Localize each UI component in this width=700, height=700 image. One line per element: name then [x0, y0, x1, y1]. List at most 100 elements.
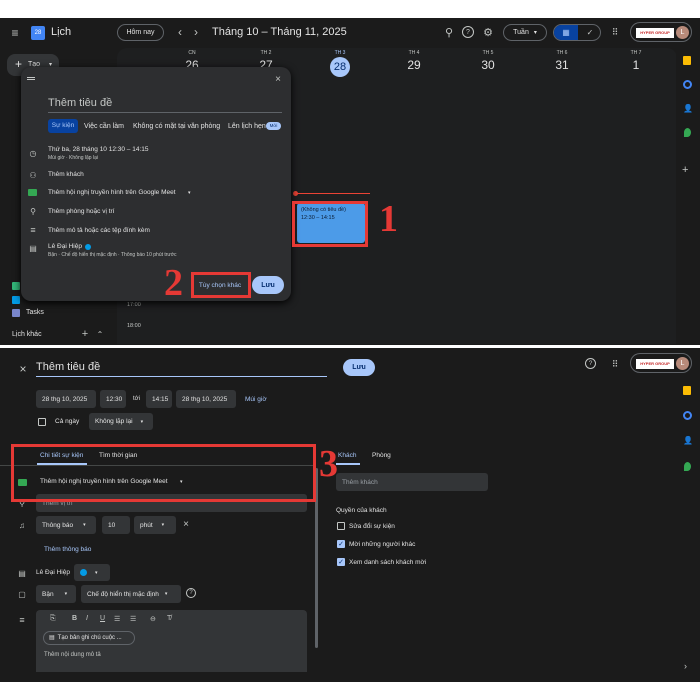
day-name: TH 6	[556, 50, 568, 56]
popup-add-guests[interactable]: Thêm khách	[48, 171, 84, 178]
underline-icon[interactable]: U	[100, 615, 105, 622]
busy-select[interactable]: Bận ▾	[36, 585, 76, 603]
next-week-icon[interactable]: ›	[191, 25, 201, 39]
avatar[interactable]: L	[676, 357, 689, 370]
popup-owner-name[interactable]: Lê Đại Hiệp	[48, 243, 82, 250]
close-icon[interactable]: ×	[272, 73, 284, 85]
popup-owner-sub: Bận · Chế độ hiển thị mặc định · Thông b…	[48, 252, 177, 258]
permission-checkbox[interactable]: ✓	[337, 540, 345, 548]
notification-unit-select[interactable]: phút ▾	[134, 516, 176, 534]
event-title-input[interactable]: Thêm tiêu đề	[36, 361, 327, 377]
calendar-view-icon[interactable]: ▦	[554, 25, 578, 40]
close-icon[interactable]: ×	[17, 362, 29, 376]
clear-format-icon[interactable]: T̸	[167, 615, 171, 622]
calendar-view-toggle[interactable]: ▦ ✓	[553, 24, 601, 41]
day-header[interactable]: TH 7 1	[599, 50, 673, 72]
day-header[interactable]: TH 3 28	[303, 50, 377, 77]
save-button[interactable]: Lưu	[343, 359, 375, 376]
all-day-checkbox[interactable]	[38, 418, 46, 426]
drag-handle-icon[interactable]	[27, 77, 35, 80]
end-date-field[interactable]: 28 thg 10, 2025	[176, 390, 236, 408]
previous-week-icon[interactable]: ‹	[175, 25, 185, 39]
keep-icon[interactable]	[683, 56, 691, 65]
settings-gear-icon[interactable]: ⚙	[482, 26, 494, 39]
maps-icon[interactable]	[684, 128, 691, 137]
day-header[interactable]: TH 5 30	[451, 50, 525, 72]
add-calendar-icon[interactable]: +	[80, 328, 90, 340]
today-button[interactable]: Hôm nay	[117, 24, 164, 41]
link-icon[interactable]: ⊖	[150, 615, 156, 623]
day-number[interactable]: 29	[377, 58, 451, 72]
add-guests-input[interactable]: Thêm khách	[336, 473, 488, 491]
day-header[interactable]: TH 6 31	[525, 50, 599, 72]
popup-tab-ooo[interactable]: Không có mặt tại văn phòng	[133, 123, 220, 130]
help-icon[interactable]: ?	[186, 588, 196, 598]
permission-checkbox[interactable]	[337, 522, 345, 530]
tasks-checkbox[interactable]	[12, 309, 20, 317]
view-select[interactable]: Tuần ▾	[503, 24, 547, 41]
popup-add-meet[interactable]: Thêm hội nghị truyền hình trên Google Me…	[48, 189, 176, 196]
popup-add-location[interactable]: Thêm phòng hoặc vị trí	[48, 208, 114, 215]
calendar-color-select[interactable]: ▾	[74, 564, 110, 581]
bulleted-list-icon[interactable]: ☰	[130, 615, 136, 623]
avatar[interactable]: L	[676, 26, 689, 39]
visibility-select[interactable]: Chế độ hiển thị mặc định ▾	[81, 585, 181, 603]
remove-notification-icon[interactable]: ×	[181, 519, 191, 530]
apps-grid-icon[interactable]: ⠿	[609, 26, 621, 38]
day-number[interactable]: 31	[525, 58, 599, 72]
other-calendars-heading: Lịch khác	[12, 331, 42, 338]
description-editor[interactable]: ⎘ B I U ☰ ☰ ⊖ T̸ ▤ Tạo bản ghi chú cuộc .…	[36, 610, 307, 672]
notification-unit-label: phút	[140, 521, 153, 529]
permission-checkbox[interactable]: ✓	[337, 558, 345, 566]
chevron-down-icon[interactable]: ▾	[188, 190, 191, 196]
end-time-field[interactable]: 14:15	[146, 390, 172, 408]
contacts-icon[interactable]: 👤	[683, 436, 693, 445]
maps-icon[interactable]	[684, 462, 691, 471]
start-time-field[interactable]: 12:30	[100, 390, 126, 408]
tasks-icon[interactable]	[683, 411, 692, 420]
bold-icon[interactable]: B	[72, 615, 77, 622]
account-chip[interactable]: HYPER GROUP L	[630, 353, 692, 373]
expand-panel-icon[interactable]: ›	[684, 661, 687, 671]
popup-tab-appointment[interactable]: Lên lịch hẹn	[228, 123, 266, 130]
calendar-checkbox-2[interactable]	[12, 296, 20, 304]
day-header[interactable]: TH 4 29	[377, 50, 451, 72]
day-number[interactable]: 28	[330, 57, 350, 77]
day-number[interactable]: 1	[599, 58, 673, 72]
main-menu-icon[interactable]: ≡	[8, 26, 22, 40]
numbered-list-icon[interactable]: ☰	[114, 615, 120, 623]
popup-add-description[interactable]: Thêm mô tả hoặc các tệp đính kèm	[48, 227, 150, 234]
attach-icon[interactable]: ⎘	[50, 615, 56, 623]
popup-title-input[interactable]: Thêm tiêu đề	[48, 97, 282, 113]
calendar-checkbox-1[interactable]	[12, 282, 20, 290]
help-icon[interactable]: ?	[462, 26, 474, 38]
popup-date-line[interactable]: Thứ ba, 28 tháng 10 12:30 – 14:15	[48, 146, 149, 153]
apps-grid-icon[interactable]: ⠿	[609, 358, 621, 370]
contacts-icon[interactable]: 👤	[683, 104, 693, 113]
timezone-link[interactable]: Múi giờ	[245, 396, 267, 403]
notification-type-select[interactable]: Thông báo ▾	[36, 516, 96, 534]
tab-rooms[interactable]: Phòng	[372, 452, 391, 459]
chevron-down-icon: ▾	[164, 591, 168, 597]
popup-save-button[interactable]: Lưu	[252, 276, 284, 294]
popup-tab-event[interactable]: Sự kiện	[48, 119, 78, 133]
tab-guests[interactable]: Khách	[338, 452, 356, 459]
tasks-view-icon[interactable]: ✓	[578, 25, 600, 40]
help-icon[interactable]: ?	[585, 358, 596, 369]
search-icon[interactable]: ⚲	[443, 26, 455, 39]
repeat-select[interactable]: Không lặp lại ▾	[89, 413, 153, 430]
notification-value-input[interactable]: 10	[102, 516, 130, 534]
take-notes-button[interactable]: ▤ Tạo bản ghi chú cuộc ...	[43, 631, 135, 645]
to-label: tới	[133, 396, 140, 402]
popup-tab-task[interactable]: Việc cần làm	[84, 123, 124, 130]
add-addon-icon[interactable]: +	[682, 164, 688, 176]
chevron-up-icon[interactable]: ⌃	[95, 329, 105, 339]
keep-icon[interactable]	[683, 386, 691, 395]
add-notification-button[interactable]: Thêm thông báo	[44, 546, 91, 553]
tasks-icon[interactable]	[683, 80, 692, 89]
italic-icon[interactable]: I	[86, 615, 88, 622]
google-meet-icon	[28, 189, 37, 196]
day-number[interactable]: 30	[451, 58, 525, 72]
start-date-field[interactable]: 28 thg 10, 2025	[36, 390, 96, 408]
account-chip[interactable]: HYPER GROUP L	[630, 22, 692, 42]
